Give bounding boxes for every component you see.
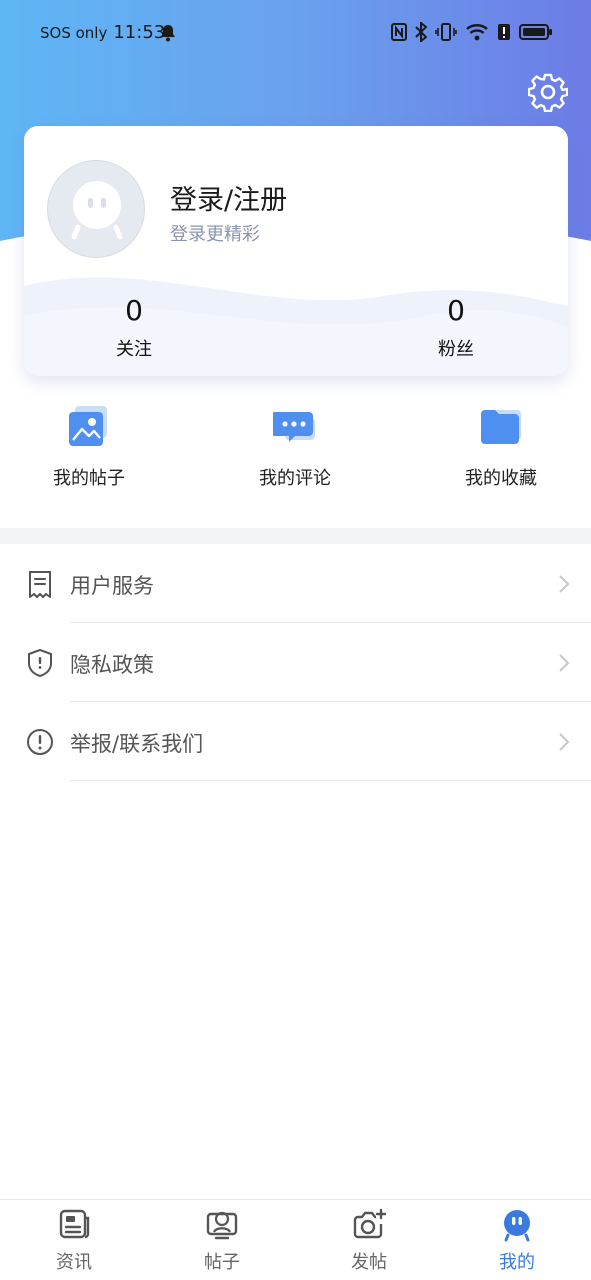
tab-label: 资讯 <box>56 1252 92 1273</box>
section-divider <box>0 528 591 544</box>
menu-item-user-service[interactable]: 用户服务 <box>0 544 591 623</box>
tab-posts[interactable]: 帖子 <box>172 1208 272 1274</box>
bell-icon <box>161 25 175 42</box>
mine-icon <box>504 1210 530 1242</box>
settings-gear-icon[interactable] <box>528 72 568 112</box>
tab-mine[interactable]: 我的 <box>467 1208 567 1274</box>
menu-item-report-contact[interactable]: 举报/联系我们 <box>0 702 591 781</box>
signal-alert-icon <box>498 24 510 40</box>
menu-divider <box>70 780 591 781</box>
fans-label: 粉丝 <box>438 339 474 360</box>
following-label: 关注 <box>116 339 152 360</box>
my-comments-label: 我的评论 <box>259 468 331 489</box>
my-comments-button[interactable]: 我的评论 <box>225 404 365 490</box>
wifi-icon <box>466 24 488 41</box>
chevron-right-icon <box>559 654 570 672</box>
status-icons <box>391 22 553 42</box>
posts-icon <box>206 1211 238 1240</box>
battery-icon <box>519 24 552 40</box>
nfc-icon <box>391 23 407 41</box>
vibrate-icon <box>435 23 457 41</box>
my-favorites-label: 我的收藏 <box>465 468 537 489</box>
camera-icon <box>353 1208 386 1239</box>
my-favorites-button[interactable]: 我的收藏 <box>431 404 571 490</box>
profile-card[interactable]: 登录/注册 登录更精彩 0 关注 0 粉丝 <box>24 126 568 376</box>
status-left: SOS only 11:53 <box>40 22 165 43</box>
robot-avatar-icon <box>71 181 123 240</box>
my-posts-label: 我的帖子 <box>53 468 125 489</box>
tab-publish[interactable]: 发帖 <box>319 1208 419 1274</box>
image-icon <box>69 406 107 446</box>
menu-label: 举报/联系我们 <box>70 732 204 756</box>
my-posts-button[interactable]: 我的帖子 <box>19 404 159 490</box>
clock: 11:53 <box>113 22 166 43</box>
chevron-right-icon <box>559 733 570 751</box>
menu-label: 隐私政策 <box>70 653 154 677</box>
tab-label: 我的 <box>499 1252 535 1273</box>
tab-label: 帖子 <box>204 1252 240 1273</box>
menu-label: 用户服务 <box>70 574 154 598</box>
avatar[interactable] <box>47 160 145 258</box>
folder-icon <box>481 410 521 444</box>
shield-icon <box>28 649 52 677</box>
tab-news[interactable]: 资讯 <box>24 1208 124 1274</box>
menu-item-privacy-policy[interactable]: 隐私政策 <box>0 623 591 702</box>
settings-menu: 用户服务 隐私政策 举报/联系我们 <box>0 544 591 781</box>
document-icon <box>29 571 51 598</box>
tab-label: 发帖 <box>351 1252 387 1273</box>
carrier-text: SOS only <box>40 24 108 42</box>
comment-icon <box>273 412 315 442</box>
news-icon <box>59 1209 90 1239</box>
fans-stat[interactable]: 0 粉丝 <box>406 294 506 361</box>
bluetooth-icon <box>415 22 427 42</box>
alert-icon <box>27 729 53 755</box>
following-stat[interactable]: 0 关注 <box>84 294 184 361</box>
fans-count: 0 <box>447 294 465 327</box>
status-bar: SOS only 11:53 <box>0 0 591 66</box>
chevron-right-icon <box>559 575 570 593</box>
login-register-title[interactable]: 登录/注册 <box>170 178 287 217</box>
following-count: 0 <box>125 294 143 327</box>
login-subtitle: 登录更精彩 <box>170 224 260 245</box>
bottom-tab-bar: 资讯 帖子 发帖 我的 <box>0 1199 591 1280</box>
